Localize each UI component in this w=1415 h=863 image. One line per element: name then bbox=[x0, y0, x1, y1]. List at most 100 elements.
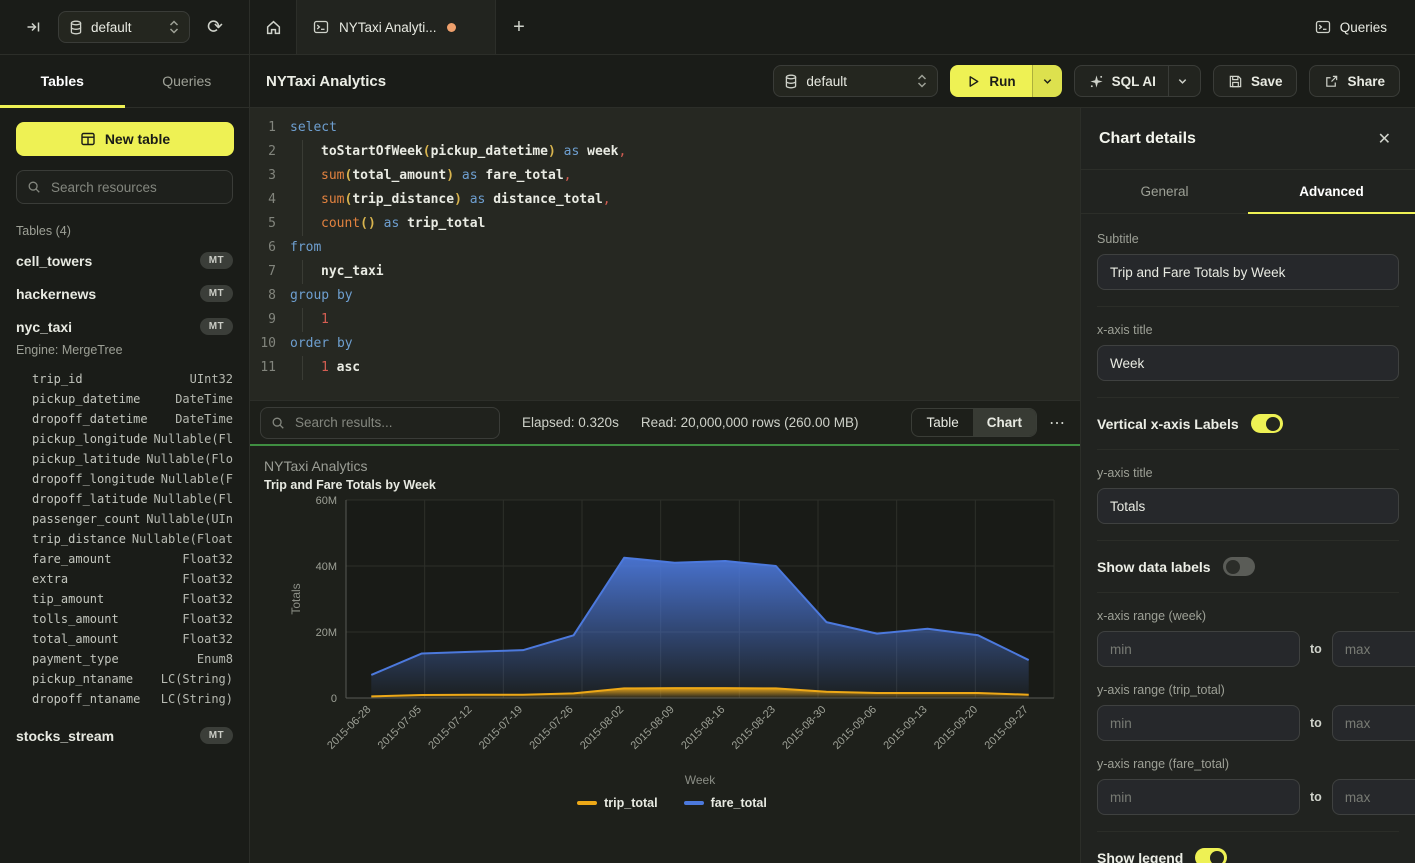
column-name: dropoff_latitude bbox=[32, 491, 148, 507]
column-name: tolls_amount bbox=[32, 611, 119, 627]
column-type: Float32 bbox=[182, 631, 233, 647]
topbar: default ⟳ NYTaxi Analyti... + bbox=[0, 0, 1415, 55]
editor-line: 91 bbox=[250, 308, 1080, 332]
column-row: tip_amountFloat32 bbox=[0, 589, 249, 609]
svg-text:2015-06-28: 2015-06-28 bbox=[325, 704, 373, 752]
run-button[interactable]: Run bbox=[950, 65, 1031, 97]
yaxis-range-fare-min-field[interactable] bbox=[1097, 779, 1300, 815]
editor-line: 7nyc_taxi bbox=[250, 260, 1080, 284]
tab-advanced[interactable]: Advanced bbox=[1248, 170, 1415, 213]
chart-subtitle: Trip and Fare Totals by Week bbox=[264, 478, 1080, 492]
legend-item-trip_total[interactable]: trip_total bbox=[577, 796, 657, 810]
table-name: stocks_stream bbox=[16, 728, 114, 744]
xaxis-range-max-field[interactable] bbox=[1332, 631, 1415, 667]
sidebar-search-input[interactable] bbox=[49, 179, 230, 196]
table-item-stocks_stream[interactable]: stocks_stream MT bbox=[0, 719, 249, 752]
yaxis-range-trip-max-field[interactable] bbox=[1332, 705, 1415, 741]
vertical-labels-toggle[interactable] bbox=[1251, 414, 1283, 433]
tab-queries[interactable]: Queries bbox=[125, 55, 250, 107]
chart-details-tabs: General Advanced bbox=[1081, 170, 1415, 214]
more-options-button[interactable]: ⋯ bbox=[1049, 413, 1066, 433]
to-label: to bbox=[1310, 642, 1322, 656]
editor-database-select[interactable]: default bbox=[773, 65, 938, 97]
show-legend-toggle[interactable] bbox=[1195, 848, 1227, 863]
results-search-input[interactable] bbox=[293, 414, 489, 431]
column-type: Float32 bbox=[182, 571, 233, 587]
divider bbox=[1097, 449, 1399, 450]
line-number: 8 bbox=[250, 284, 276, 308]
xaxis-range-min-field[interactable] bbox=[1097, 631, 1300, 667]
column-type: Nullable(UIn bbox=[146, 511, 233, 527]
collapse-sidebar-button[interactable] bbox=[18, 12, 48, 42]
xaxis-title-field[interactable] bbox=[1097, 345, 1399, 381]
tab-tables[interactable]: Tables bbox=[0, 55, 125, 107]
table-engine-label: Engine: MergeTree bbox=[0, 343, 249, 365]
save-button[interactable]: Save bbox=[1213, 65, 1298, 97]
chart-panel: NYTaxi Analytics Trip and Fare Totals by… bbox=[250, 446, 1080, 863]
column-type: Nullable(Fl bbox=[154, 431, 233, 447]
home-tab-button[interactable] bbox=[250, 0, 296, 54]
view-toggle-table[interactable]: Table bbox=[912, 409, 972, 436]
sql-editor[interactable]: 1select2toStartOfWeek(pickup_datetime) a… bbox=[250, 108, 1080, 400]
column-row: trip_id UInt32 bbox=[0, 369, 249, 389]
line-number: 9 bbox=[250, 308, 276, 332]
svg-text:2015-07-05: 2015-07-05 bbox=[376, 704, 424, 752]
svg-text:Week: Week bbox=[685, 773, 716, 787]
yaxis-title-field[interactable] bbox=[1097, 488, 1399, 524]
column-type: Enum8 bbox=[197, 651, 233, 667]
sidebar-database-select[interactable]: default bbox=[58, 11, 190, 43]
table-item-cell_towers[interactable]: cell_towersMT bbox=[0, 244, 249, 277]
tab-general[interactable]: General bbox=[1081, 170, 1248, 213]
engine-badge: MT bbox=[200, 727, 233, 744]
table-item-hackernews[interactable]: hackernewsMT bbox=[0, 277, 249, 310]
svg-text:2015-08-02: 2015-08-02 bbox=[578, 704, 626, 752]
line-number: 4 bbox=[250, 188, 276, 212]
chart-details-title: Chart details bbox=[1099, 130, 1196, 148]
close-panel-button[interactable]: ✕ bbox=[1372, 128, 1397, 150]
line-code: nyc_taxi bbox=[290, 260, 384, 284]
editor-line: 4sum(trip_distance) as distance_total, bbox=[250, 188, 1080, 212]
divider bbox=[1097, 592, 1399, 593]
column-name: passenger_count bbox=[32, 511, 140, 527]
query-tab[interactable]: NYTaxi Analyti... bbox=[296, 0, 496, 54]
queries-button[interactable]: Queries bbox=[1309, 18, 1393, 36]
column-type: UInt32 bbox=[190, 371, 233, 387]
view-toggle-chart[interactable]: Chart bbox=[973, 409, 1036, 436]
chevron-updown-icon bbox=[169, 20, 179, 34]
line-code: 1 bbox=[290, 308, 329, 332]
run-options-button[interactable] bbox=[1032, 65, 1062, 97]
share-button[interactable]: Share bbox=[1309, 65, 1400, 97]
column-type: Nullable(Fl bbox=[154, 491, 233, 507]
new-tab-button[interactable]: + bbox=[496, 0, 542, 54]
sql-ai-label: SQL AI bbox=[1112, 74, 1156, 89]
new-table-button[interactable]: New table bbox=[16, 122, 234, 156]
editor-line: 3sum(total_amount) as fare_total, bbox=[250, 164, 1080, 188]
legend-swatch bbox=[577, 801, 597, 805]
editor-line: 10order by bbox=[250, 332, 1080, 356]
sql-ai-options-button[interactable] bbox=[1168, 66, 1196, 96]
sql-ai-button[interactable]: SQL AI bbox=[1074, 65, 1201, 97]
subtitle-field[interactable] bbox=[1097, 254, 1399, 290]
database-icon bbox=[69, 20, 83, 35]
tab-strip: NYTaxi Analyti... + bbox=[250, 0, 1309, 54]
refresh-button[interactable]: ⟳ bbox=[200, 12, 230, 42]
svg-text:2015-07-12: 2015-07-12 bbox=[426, 704, 474, 752]
table-item-nyc_taxi[interactable]: nyc_taxiMT bbox=[0, 310, 249, 343]
show-data-labels-toggle[interactable] bbox=[1223, 557, 1255, 576]
editor-line: 5count() as trip_total bbox=[250, 212, 1080, 236]
column-row: dropoff_latitude Nullable(Fl bbox=[0, 489, 249, 509]
column-type: Float32 bbox=[182, 591, 233, 607]
topbar-right: Queries bbox=[1309, 0, 1415, 54]
query-tab-title: NYTaxi Analyti... bbox=[339, 20, 437, 35]
line-code: toStartOfWeek(pickup_datetime) as week, bbox=[290, 140, 626, 164]
yaxis-range-fare-label: y-axis range (fare_total) bbox=[1097, 757, 1399, 771]
legend-item-fare_total[interactable]: fare_total bbox=[684, 796, 767, 810]
table-name: hackernews bbox=[16, 286, 96, 302]
column-row: dropoff_ntanameLC(String) bbox=[0, 689, 249, 709]
yaxis-range-fare-max-field[interactable] bbox=[1332, 779, 1415, 815]
column-name: trip_id bbox=[32, 371, 83, 387]
yaxis-range-trip-min-field[interactable] bbox=[1097, 705, 1300, 741]
elapsed-stat: Elapsed: 0.320s bbox=[522, 415, 619, 430]
column-row: total_amountFloat32 bbox=[0, 629, 249, 649]
engine-badge: MT bbox=[200, 318, 233, 335]
